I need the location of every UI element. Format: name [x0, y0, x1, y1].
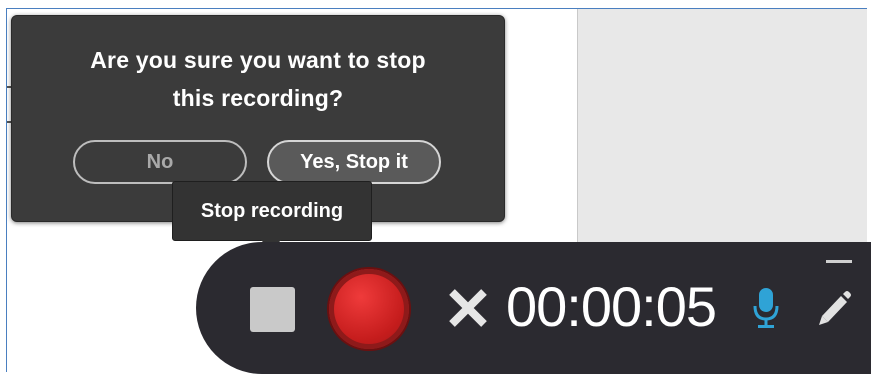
stop-icon[interactable] [250, 287, 295, 332]
no-button[interactable]: No [73, 140, 247, 184]
close-icon[interactable] [446, 286, 490, 330]
recording-timer: 00:00:05 [506, 275, 717, 338]
recording-toolbar: 00:00:05 [196, 242, 871, 374]
microphone-icon[interactable] [752, 286, 780, 330]
stop-recording-tooltip: Stop recording [172, 181, 372, 241]
record-icon[interactable] [329, 269, 409, 349]
confirm-message: Are you sure you want to stop this recor… [90, 47, 426, 111]
yes-stop-button[interactable]: Yes, Stop it [267, 140, 441, 184]
pencil-icon[interactable] [814, 288, 852, 328]
minimize-icon[interactable] [826, 260, 852, 263]
